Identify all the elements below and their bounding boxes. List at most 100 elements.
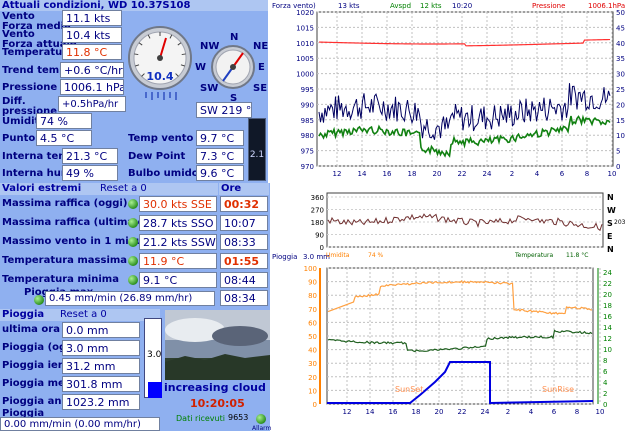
bot-y-tick-right: 16 — [603, 313, 612, 321]
rain-max-indicator — [34, 295, 44, 305]
ore-header: Ore — [219, 183, 269, 195]
rain-row-label: ultima ora — [2, 324, 60, 335]
bot-y-tick-right: 22 — [603, 280, 612, 288]
forecast-text: increasing cloud — [164, 381, 266, 394]
wind-speed-gauge: 10.4 — [128, 26, 192, 100]
dir-current-value: 203 — [614, 219, 626, 226]
y-tick-right: 25 — [616, 86, 625, 94]
bot-y-tick-right: 12 — [603, 335, 612, 343]
indoor-hum-value: 49 % — [62, 165, 118, 181]
bot-x-tick: 24 — [481, 408, 490, 416]
wetbulb-label: Bulbo umido — [128, 168, 199, 179]
dir-y-tick: 270 — [311, 207, 324, 215]
pressure-value: 1006.1 hPa — [60, 79, 124, 95]
bot-x-tick: 18 — [412, 408, 421, 416]
extreme-indicator — [128, 218, 138, 228]
extreme-time: 00:32 — [220, 196, 268, 212]
bot-y-tick-right: 18 — [603, 302, 612, 310]
extreme-value: 11.9 °C — [139, 253, 217, 269]
y-tick-left: 1000 — [296, 71, 314, 79]
wind-avg-value: 11.1 kts — [62, 10, 122, 26]
legend-wind-value: 13 kts — [338, 2, 360, 10]
bot-y-tick-left: 20 — [308, 374, 317, 382]
bot-x-tick: 8 — [575, 408, 579, 416]
chart-area: Forza vento) 13 kts Avspd 12 kts 10:20 P… — [272, 2, 626, 416]
rain-bar-fill — [148, 382, 162, 398]
rain-row-value: 31.2 mm — [62, 358, 140, 374]
panel-title: Attuali condizioni, WD 10.37S108 — [0, 0, 268, 11]
bot-y-tick-left: 100 — [304, 265, 317, 273]
rain-reset[interactable]: Reset a 0 — [60, 309, 107, 321]
extreme-time: 08:44 — [220, 272, 268, 288]
bot-y-tick-right: 4 — [603, 379, 608, 387]
bot-y-tick-left: 70 — [308, 306, 317, 314]
rain-row-value: 1023.2 mm — [62, 394, 140, 410]
bot-y-tick-left: 80 — [308, 292, 317, 300]
wind-direction-value: SW 219 ° — [196, 102, 252, 118]
bot-x-tick: 16 — [389, 408, 398, 416]
rain-row-value: 0.0 mm — [62, 322, 140, 338]
extremes-reset[interactable]: Reset a 0 — [100, 183, 147, 195]
legend-temp: Temperatura — [514, 252, 553, 259]
legend-pressure: Pressione — [532, 2, 565, 10]
extreme-time: 08:33 — [220, 234, 268, 250]
x-tick: 20 — [433, 170, 442, 178]
x-tick: 24 — [483, 170, 492, 178]
bot-x-tick: 6 — [552, 408, 557, 416]
x-tick: 12 — [333, 170, 342, 178]
extreme-time: 10:07 — [220, 215, 268, 231]
compass-w: W — [195, 62, 207, 73]
extreme-value: 21.2 kts SSW — [139, 234, 217, 250]
x-tick: 10 — [608, 170, 617, 178]
bot-y-tick-left: 0 — [313, 401, 317, 409]
bot-y-tick-left: 10 — [308, 387, 317, 395]
rain-row-value: 301.8 mm — [62, 376, 140, 392]
bot-x-tick: 14 — [366, 408, 375, 416]
legend-time: 10:20 — [452, 2, 472, 10]
dir-y-tick: 0 — [320, 244, 324, 252]
bot-x-tick: 22 — [458, 408, 467, 416]
extreme-indicator — [128, 199, 138, 209]
bot-y-tick-right: 24 — [603, 269, 612, 277]
received-label: Dati ricevuti — [176, 414, 225, 423]
indoor-hum-label: Interna hum — [2, 168, 72, 179]
extreme-value: 28.7 kts SSO — [139, 215, 217, 231]
dewpoint-value: 4.5 °C — [36, 130, 92, 146]
bot-x-tick: 20 — [435, 408, 444, 416]
diff-pressure-value: +0.5hPa/hr — [58, 96, 126, 112]
y-tick-left: 980 — [301, 132, 314, 140]
legend-humidity: Umidita — [326, 252, 350, 259]
alarm-indicator[interactable] — [256, 414, 266, 424]
legend-rain: Pioggia — [272, 253, 297, 261]
x-tick: 14 — [358, 170, 367, 178]
y-tick-right: 50 — [616, 9, 625, 17]
sunrise-label: SunRise — [542, 385, 574, 394]
dew-point-value-2: 7.3 °C — [196, 148, 244, 164]
y-tick-left: 995 — [301, 86, 314, 94]
extreme-indicator — [128, 237, 138, 247]
extreme-value: 30.0 kts SSE — [139, 196, 217, 212]
y-tick-right: 20 — [616, 101, 625, 109]
rain-row-label: Pioggia ieri — [2, 360, 67, 371]
humidity-value: 74 % — [36, 113, 92, 129]
trend-label: Trend temp — [2, 65, 67, 76]
sunset-label: SunSet — [395, 385, 423, 394]
rain-rate-value: 0.00 mm/min (0.00 mm/hr) — [0, 417, 160, 431]
dir-compass-tick: E — [607, 232, 612, 241]
x-tick: 2 — [510, 170, 514, 178]
rain-max-time: 08:34 — [220, 290, 268, 306]
x-tick: 4 — [535, 170, 540, 178]
dir-compass-tick: W — [607, 206, 616, 215]
dir-compass-tick: N — [607, 245, 614, 254]
y-tick-right: 5 — [616, 148, 620, 156]
y-tick-left: 985 — [301, 117, 314, 125]
bot-y-tick-right: 10 — [603, 346, 612, 354]
dir-y-tick: 180 — [311, 219, 324, 227]
extreme-value: 9.1 °C — [139, 272, 217, 288]
extreme-time: 01:55 — [220, 253, 268, 269]
legend-avg-value: 12 kts — [420, 2, 442, 10]
bot-x-tick: 4 — [529, 408, 534, 416]
y-tick-left: 970 — [301, 163, 314, 171]
bot-x-tick: 10 — [596, 408, 605, 416]
y-tick-right: 10 — [616, 132, 625, 140]
